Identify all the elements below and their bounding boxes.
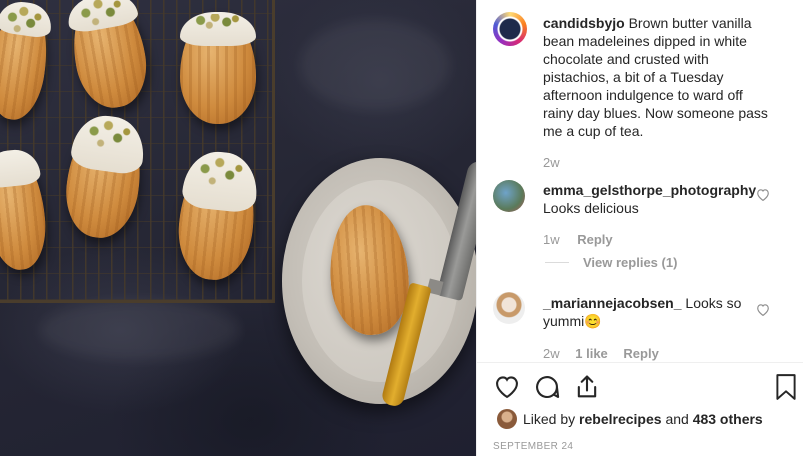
bookmark-icon[interactable] bbox=[773, 373, 801, 401]
author-username[interactable]: candidsbyjo bbox=[543, 15, 625, 31]
cloth-fold bbox=[300, 20, 450, 110]
author-avatar[interactable] bbox=[493, 12, 527, 46]
action-bar: Liked by rebelrecipes and 483 others SEP… bbox=[477, 362, 803, 457]
view-replies-button[interactable]: View replies (1) bbox=[583, 255, 677, 270]
comment-likes[interactable]: 1 like bbox=[575, 346, 608, 361]
comment: emma_gelsthorpe_photography Looks delici… bbox=[543, 181, 771, 217]
replies-divider bbox=[545, 262, 569, 263]
likes-middle: and bbox=[665, 411, 689, 427]
comment-age: 1w bbox=[543, 232, 560, 247]
heart-outline-icon[interactable] bbox=[756, 188, 770, 202]
comment-meta: 2w 1 like Reply bbox=[543, 346, 659, 361]
comment: _mariannejacobsen_ Looks so yummi😊 bbox=[543, 294, 743, 330]
likes-count[interactable]: 483 others bbox=[693, 411, 763, 427]
reply-button[interactable]: Reply bbox=[577, 232, 612, 247]
likes-prefix: Liked by bbox=[523, 411, 576, 427]
comment-username[interactable]: _mariannejacobsen_ bbox=[543, 295, 682, 311]
reply-button[interactable]: Reply bbox=[623, 346, 658, 361]
caption-age: 2w bbox=[543, 155, 560, 170]
comment-username[interactable]: emma_gelsthorpe_photography bbox=[543, 182, 756, 198]
heart-outline-icon[interactable] bbox=[756, 303, 770, 317]
post-sidebar: candidsbyjo Brown butter vanilla bean ma… bbox=[476, 0, 803, 456]
likes-summary: Liked by rebelrecipes and 483 others bbox=[523, 411, 763, 427]
post-photo[interactable] bbox=[0, 0, 476, 456]
commenter-avatar[interactable] bbox=[493, 180, 525, 212]
comment-age: 2w bbox=[543, 346, 560, 361]
madeleine bbox=[180, 12, 256, 124]
comment-text: Looks delicious bbox=[543, 200, 639, 216]
liker-username[interactable]: rebelrecipes bbox=[579, 411, 662, 427]
comment-meta: 1w Reply bbox=[543, 232, 613, 247]
comments-list[interactable]: candidsbyjo Brown butter vanilla bean ma… bbox=[477, 0, 803, 362]
caption-text: Brown butter vanilla bean madeleines dip… bbox=[543, 15, 768, 139]
heart-icon[interactable] bbox=[493, 373, 521, 401]
cloth-fold bbox=[40, 300, 240, 360]
caption: candidsbyjo Brown butter vanilla bean ma… bbox=[543, 14, 775, 140]
comment-icon[interactable] bbox=[533, 373, 561, 401]
post-date: SEPTEMBER 24 bbox=[493, 441, 574, 452]
commenter-avatar[interactable] bbox=[493, 292, 525, 324]
share-icon[interactable] bbox=[573, 373, 601, 401]
liker-avatar[interactable] bbox=[497, 409, 517, 429]
